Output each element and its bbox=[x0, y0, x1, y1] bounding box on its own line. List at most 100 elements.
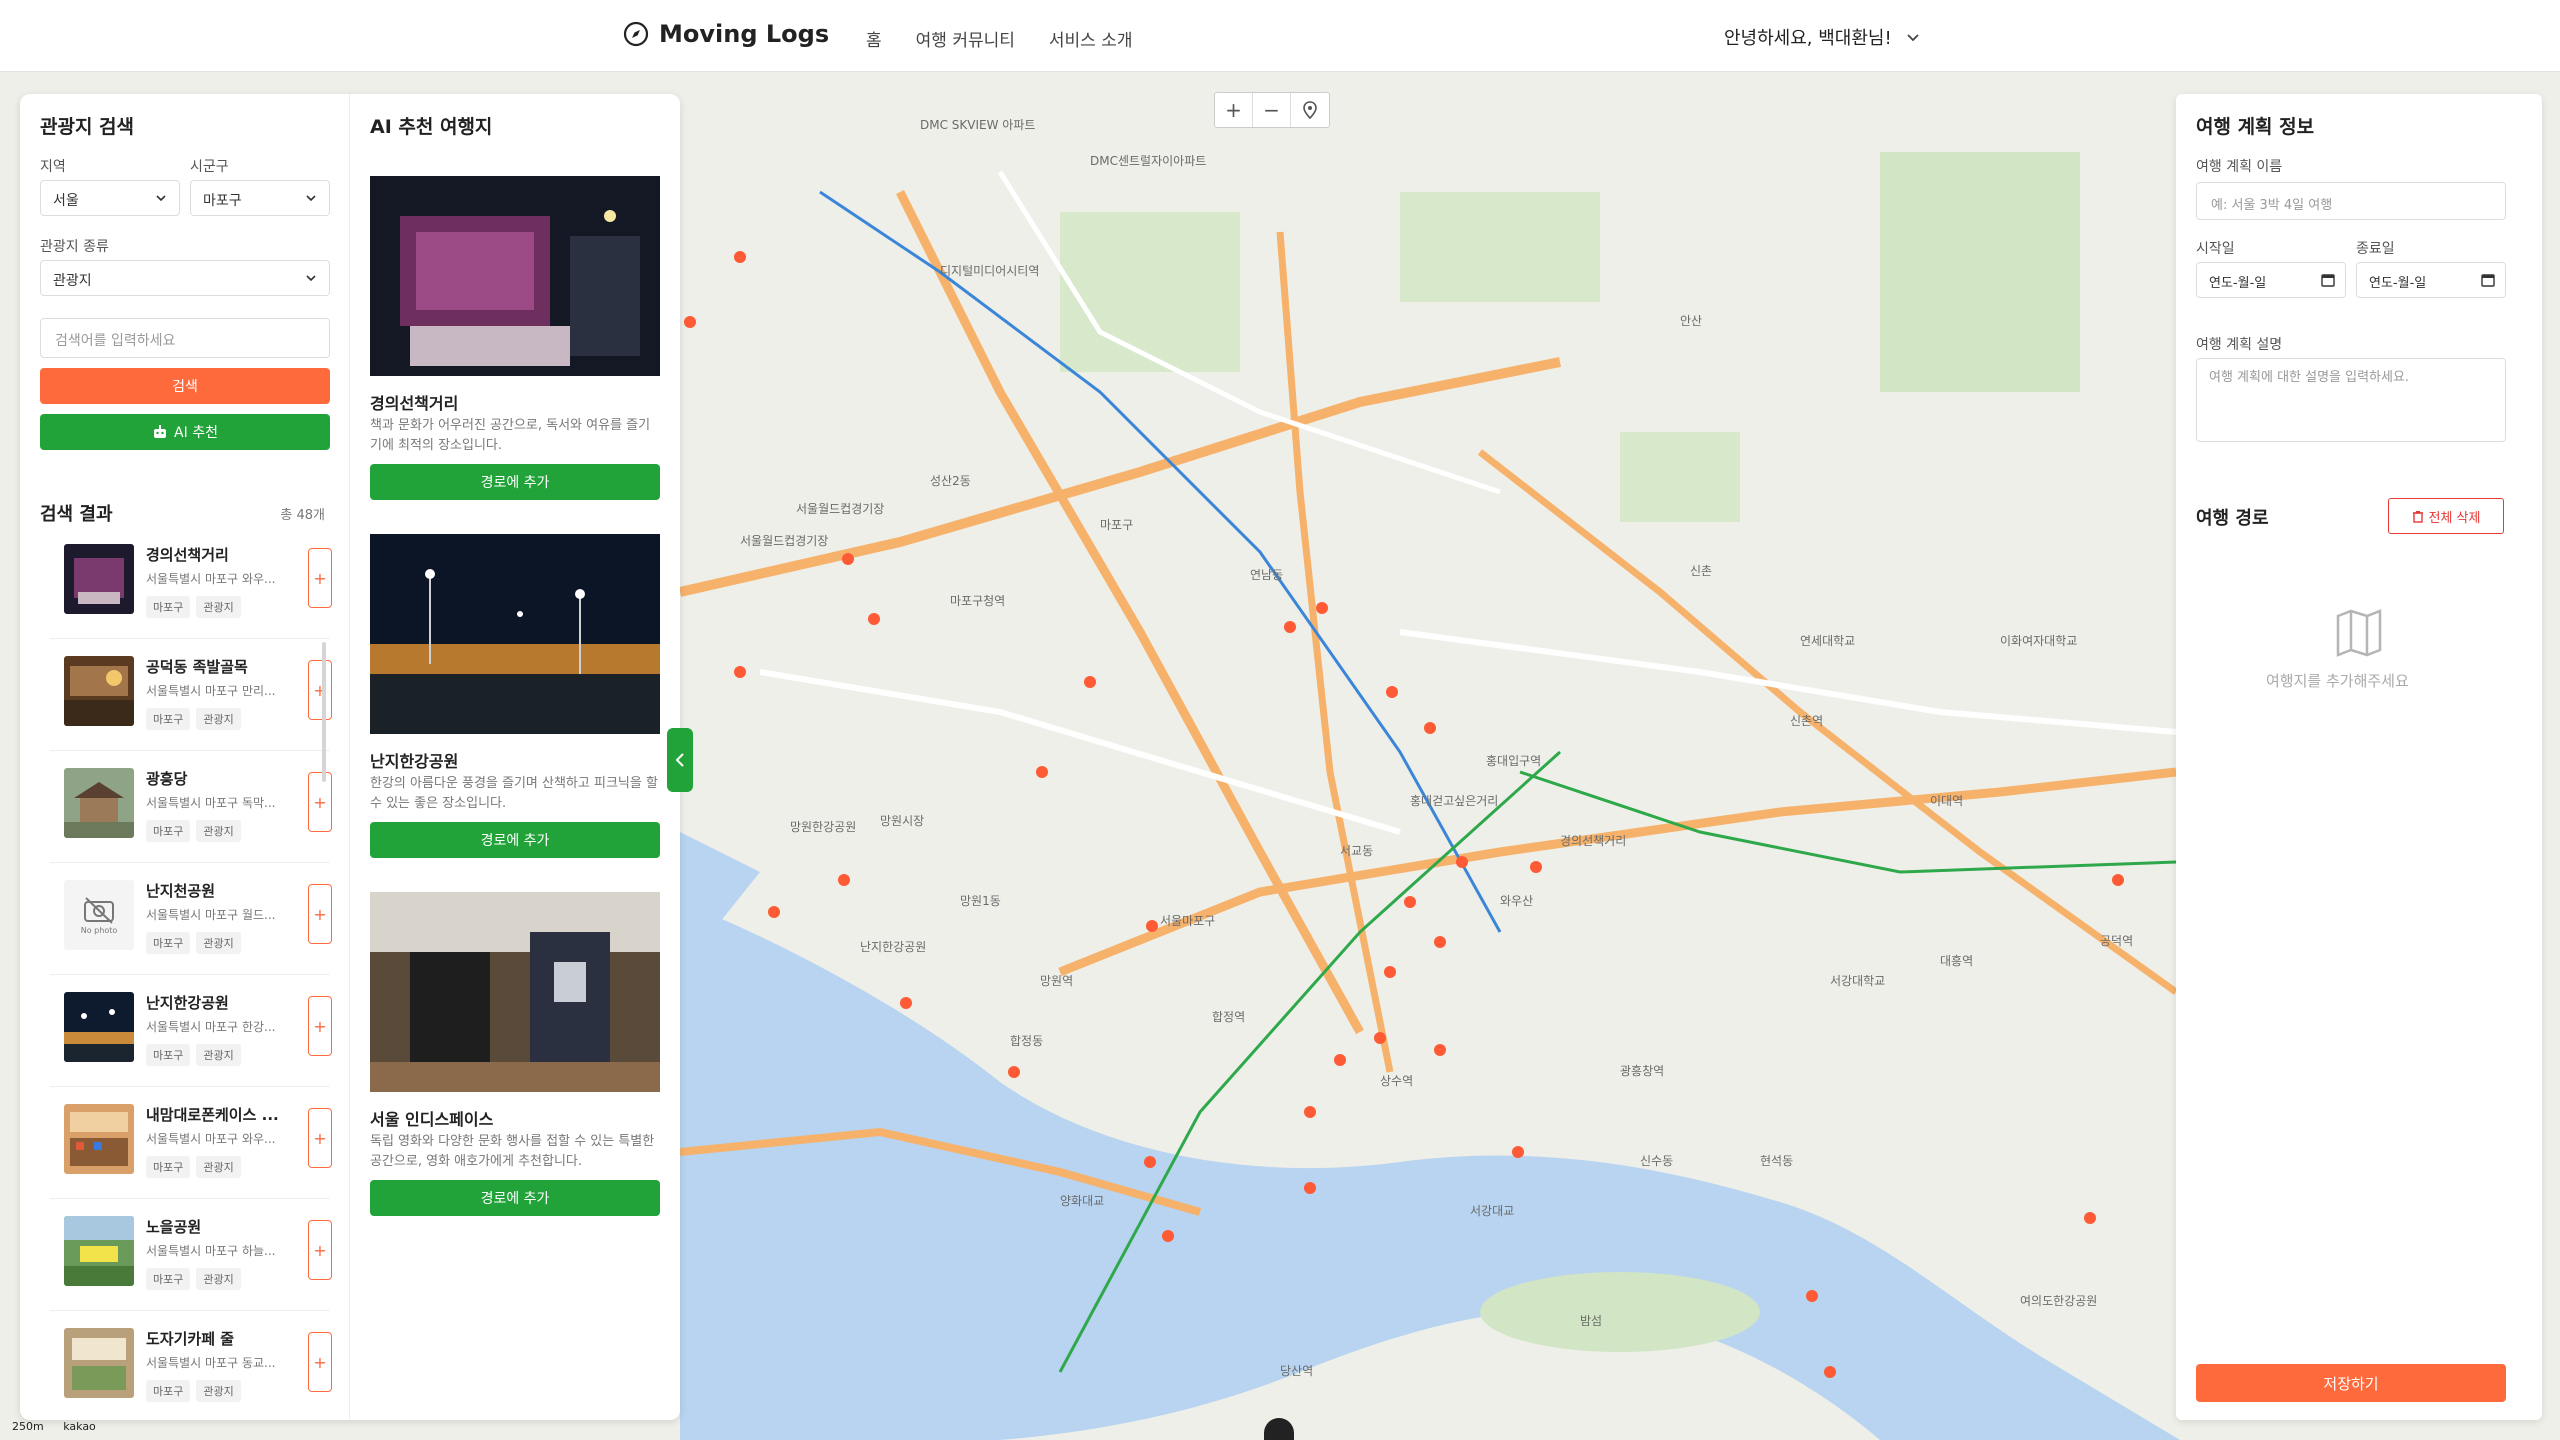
map-marker bbox=[838, 874, 850, 886]
nav-about[interactable]: 서비스 소개 bbox=[1049, 26, 1133, 51]
scale-text: 250m bbox=[12, 1420, 44, 1433]
add-to-route-button[interactable]: 경로에 추가 bbox=[370, 1180, 660, 1216]
map-label: 여의도한강공원 bbox=[2020, 1294, 2098, 1308]
plan-name-input[interactable]: 예: 서울 3박 4일 여행 bbox=[2196, 182, 2506, 220]
map-label: 망원1동 bbox=[960, 894, 1001, 908]
add-route-button[interactable]: + bbox=[308, 1332, 332, 1392]
list-item[interactable]: 공덕동 족발골목 서울특별시 마포구 만리... 마포구 관광지 + bbox=[50, 646, 332, 746]
chevron-down-icon bbox=[1907, 34, 1919, 42]
type-label: 관광지 종류 bbox=[40, 239, 109, 255]
map-label: 합정동 bbox=[1010, 1034, 1044, 1048]
save-button-label: 저장하기 bbox=[2323, 1374, 2379, 1393]
result-name: 공덕동 족발골목 bbox=[146, 658, 248, 676]
map-label: 망원역 bbox=[1040, 974, 1074, 988]
list-item[interactable]: 난지한강공원 서울특별시 마포구 한강... 마포구 관광지 + bbox=[50, 982, 332, 1082]
delete-all-button[interactable]: 전체 삭제 bbox=[2388, 498, 2504, 534]
search-button[interactable]: 검색 bbox=[40, 368, 330, 404]
trip-plan-panel: 여행 계획 정보 여행 계획 이름 예: 서울 3박 4일 여행 시작일 연도-… bbox=[2176, 94, 2542, 1420]
add-to-route-button[interactable]: 경로에 추가 bbox=[370, 822, 660, 858]
add-route-button[interactable]: + bbox=[308, 1108, 332, 1168]
my-location-button[interactable] bbox=[1291, 93, 1329, 127]
map-marker bbox=[1146, 920, 1158, 932]
start-date-input[interactable]: 연도-월-일 bbox=[2196, 262, 2346, 298]
map-label: 연세대학교 bbox=[1800, 634, 1856, 648]
add-route-button[interactable]: + bbox=[308, 548, 332, 608]
result-address: 서울특별시 마포구 동교... bbox=[146, 1356, 276, 1370]
list-item[interactable]: 노을공원 서울특별시 마포구 하늘... 마포구 관광지 + bbox=[50, 1206, 332, 1306]
zoom-out-button[interactable]: − bbox=[1253, 93, 1291, 127]
map-marker bbox=[1284, 621, 1296, 633]
map-marker bbox=[900, 997, 912, 1009]
tag: 마포구 bbox=[146, 1268, 191, 1290]
region-select[interactable]: 서울 bbox=[40, 180, 180, 216]
map-label: 망원시장 bbox=[880, 814, 925, 828]
map-marker bbox=[1374, 1032, 1386, 1044]
result-address: 서울특별시 마포구 독막... bbox=[146, 796, 276, 810]
list-item[interactable]: 도자기카페 줄 서울특별시 마포구 동교... 마포구 관광지 + bbox=[50, 1318, 332, 1404]
add-route-button[interactable]: + bbox=[308, 1220, 332, 1280]
search-input[interactable]: 검색어를 입력하세요 bbox=[40, 318, 330, 358]
map-island bbox=[1480, 1272, 1760, 1352]
map-label: 경의선책거리 bbox=[1560, 834, 1627, 848]
list-item[interactable]: 광흥당 서울특별시 마포구 독막... 마포구 관광지 + bbox=[50, 758, 332, 858]
photo-cafe bbox=[64, 1328, 134, 1398]
logo[interactable]: Moving Logs bbox=[623, 20, 829, 48]
ai-recommend-label: AI 추천 bbox=[174, 425, 218, 441]
plan-title: 여행 계획 정보 bbox=[2196, 116, 2315, 138]
user-greeting: 안녕하세요, 백대환님! bbox=[1724, 28, 1892, 49]
nav-community[interactable]: 여행 커뮤니티 bbox=[916, 26, 1015, 51]
map-marker bbox=[1386, 686, 1398, 698]
map-label: 서강대학교 bbox=[1830, 974, 1886, 988]
user-menu[interactable]: 안녕하세요, 백대환님! bbox=[1724, 24, 1920, 50]
plan-desc-textarea[interactable]: 여행 계획에 대한 설명을 입력하세요. bbox=[2196, 358, 2506, 442]
zoom-in-button[interactable]: + bbox=[1215, 93, 1253, 127]
map-marker bbox=[1162, 1230, 1174, 1242]
map-label: 성산2동 bbox=[930, 474, 971, 488]
map-label: 양화대교 bbox=[1060, 1194, 1105, 1208]
top-navigation-bar: Moving Logs 홈 여행 커뮤니티 서비스 소개 안녕하세요, 백대환님… bbox=[0, 0, 2560, 72]
tag: 관광지 bbox=[196, 1156, 241, 1178]
district-select[interactable]: 마포구 bbox=[190, 180, 330, 216]
chevron-left-icon bbox=[675, 753, 684, 767]
trash-icon bbox=[2412, 510, 2423, 523]
search-column: 관광지 검색 지역 서울 시군구 마포구 관광지 종류 관광지 검색어를 입력하… bbox=[20, 94, 350, 1420]
map-marker bbox=[1434, 1044, 1446, 1056]
map-marker bbox=[734, 251, 746, 263]
type-select[interactable]: 관광지 bbox=[40, 260, 330, 296]
calendar-icon bbox=[2321, 274, 2335, 287]
map-marker bbox=[1824, 1366, 1836, 1378]
end-date-label: 종료일 bbox=[2356, 241, 2395, 257]
map-marker bbox=[684, 316, 696, 328]
add-route-button[interactable]: + bbox=[308, 884, 332, 944]
map-controls: + − bbox=[1214, 92, 1330, 128]
collapse-panel-button[interactable] bbox=[667, 728, 693, 792]
bottom-toggle[interactable] bbox=[1264, 1418, 1294, 1440]
add-route-button[interactable]: + bbox=[308, 772, 332, 832]
add-route-button[interactable]: + bbox=[308, 996, 332, 1056]
empty-route-message: 여행지를 추가해주세요 bbox=[2266, 672, 2409, 690]
result-name: 난지천공원 bbox=[146, 882, 216, 900]
add-to-route-button[interactable]: 경로에 추가 bbox=[370, 464, 660, 500]
no-photo-text: No photo bbox=[80, 925, 118, 935]
result-address: 서울특별시 마포구 와우... bbox=[146, 1132, 276, 1146]
list-item[interactable]: 경의선책거리 서울특별시 마포구 와우... 마포구 관광지 + bbox=[50, 534, 332, 634]
list-item[interactable]: 내맘대로폰케이스 ... 서울특별시 마포구 와우... 마포구 관광지 + bbox=[50, 1094, 332, 1194]
end-date-input[interactable]: 연도-월-일 bbox=[2356, 262, 2506, 298]
tag: 마포구 bbox=[146, 932, 191, 954]
kakao-logo: kakao bbox=[63, 1420, 96, 1433]
map-label: 안산 bbox=[1680, 314, 1703, 328]
list-item[interactable]: No photo 난지천공원 서울특별시 마포구 월드... 마포구 관광지 + bbox=[50, 870, 332, 970]
recommend-desc: 책과 문화가 어우러진 공간으로, 독서와 여유를 즐기기에 최적의 장소입니다… bbox=[370, 418, 651, 453]
nav-home[interactable]: 홈 bbox=[866, 26, 882, 51]
save-button[interactable]: 저장하기 bbox=[2196, 1364, 2506, 1402]
ai-recommend-button[interactable]: AI 추천 bbox=[40, 414, 330, 450]
results-scrollbar[interactable] bbox=[322, 642, 326, 782]
tag: 마포구 bbox=[146, 1156, 191, 1178]
no-photo-placeholder: No photo bbox=[64, 880, 134, 950]
map-label: 이대역 bbox=[1930, 794, 1964, 808]
result-name: 난지한강공원 bbox=[146, 994, 229, 1012]
ai-recommend-column: AI 추천 여행지 경의선책거리 책과 문화가 어우러진 공간으로, 독서와 여… bbox=[350, 94, 680, 1420]
add-route-button[interactable]: + bbox=[308, 660, 332, 720]
map-label: 상수역 bbox=[1380, 1074, 1414, 1088]
map-label: 망원한강공원 bbox=[790, 820, 857, 834]
